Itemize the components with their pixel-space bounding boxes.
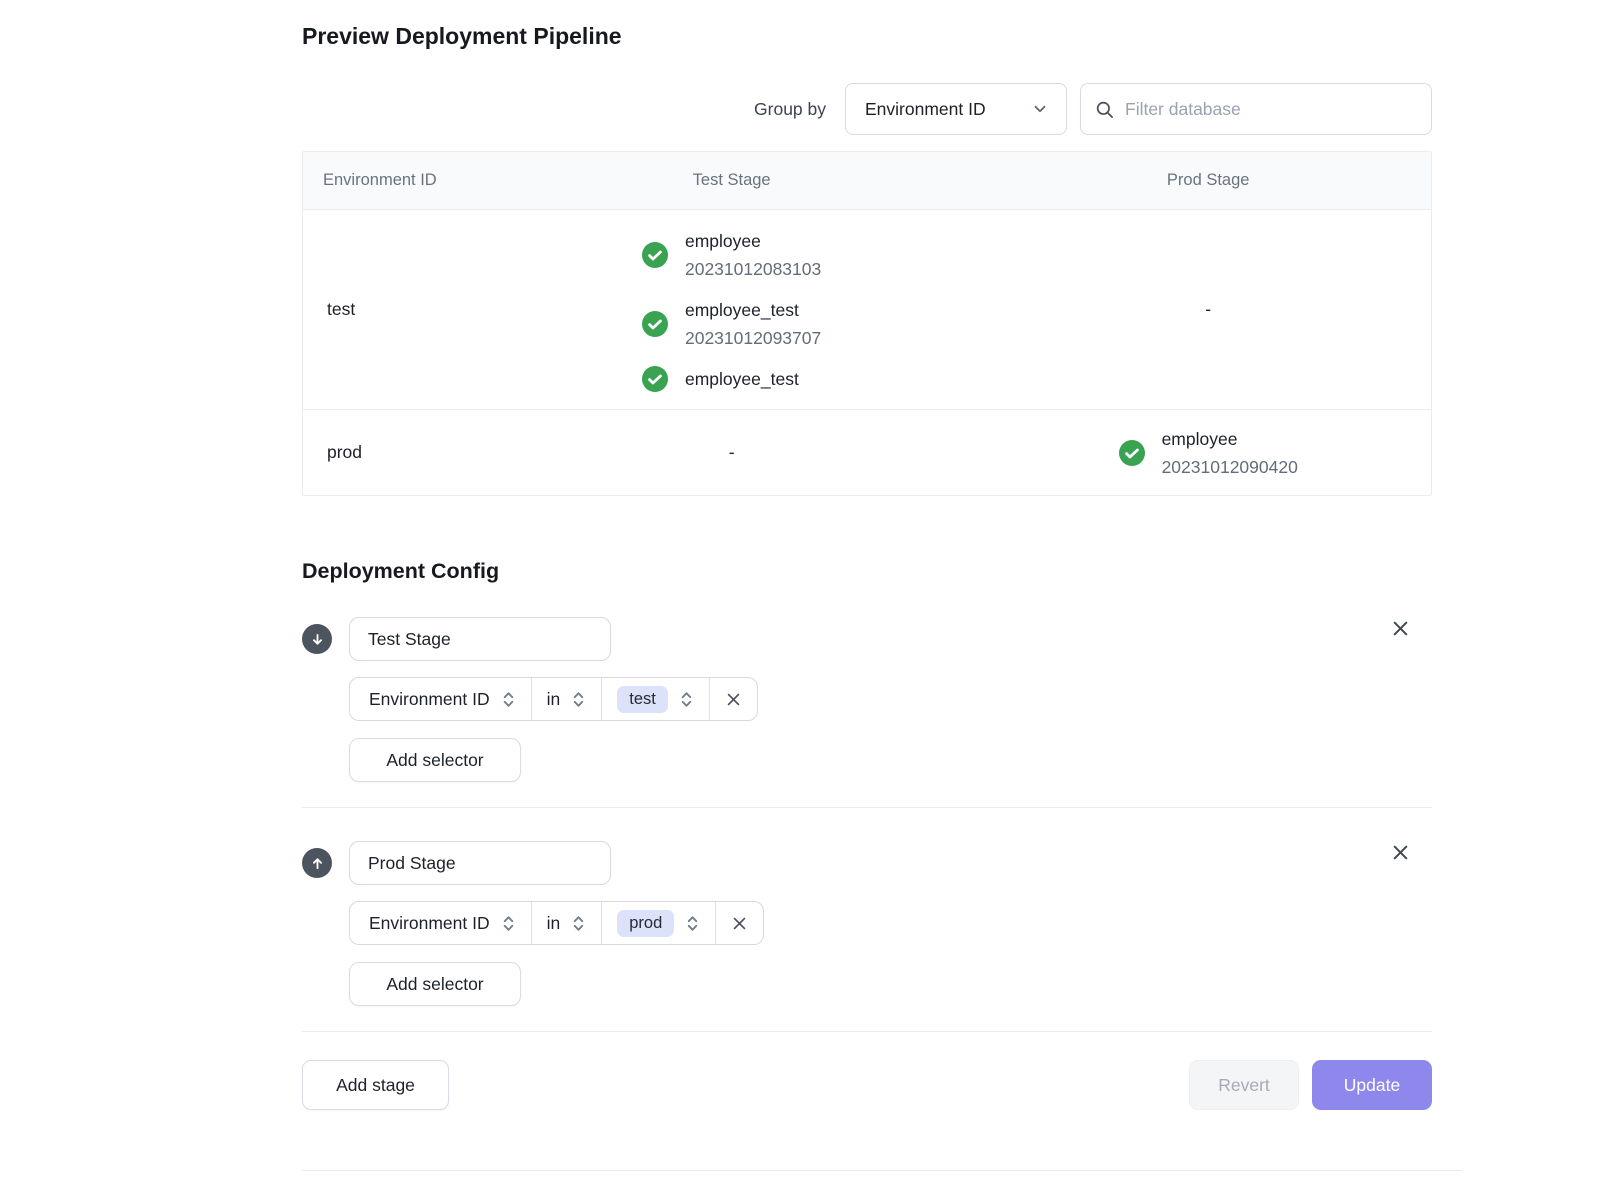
add-stage-button[interactable]: Add stage [302, 1060, 449, 1110]
deployment-entry-stack: employee 20231012083103 employee_test 20… [642, 227, 821, 393]
stage-head [302, 841, 1432, 885]
stage-block-test: Environment ID in test Add sel [302, 617, 1432, 782]
selector-operator-select[interactable]: in [531, 678, 602, 720]
sort-chevrons-icon [685, 914, 700, 933]
success-check-icon [642, 366, 668, 392]
group-by-select[interactable]: Environment ID [845, 83, 1067, 135]
selector-value-chip: prod [617, 910, 674, 937]
update-button[interactable]: Update [1312, 1060, 1432, 1110]
deployment-entry-text: employee 20231012083103 [685, 227, 821, 283]
column-header-test-stage: Test Stage [478, 152, 986, 209]
group-by-label: Group by [754, 99, 826, 120]
selector-value-select[interactable]: test [601, 678, 709, 720]
sort-chevrons-icon [679, 690, 694, 709]
bottom-divider [302, 1170, 1462, 1171]
deployment-entry: employee_test [642, 365, 821, 393]
stage-block-prod: Environment ID in prod Add sel [302, 841, 1432, 1006]
deployment-entry: employee 20231012090420 [1119, 425, 1298, 481]
database-name: employee_test [685, 296, 821, 324]
selector-value-select[interactable]: prod [601, 902, 715, 944]
filter-database-input[interactable] [1125, 99, 1417, 120]
filter-database-box [1080, 83, 1432, 135]
prod-stage-cell: employee 20231012090420 [985, 410, 1431, 495]
selector-row: Environment ID in prod [349, 901, 764, 945]
remove-selector-button[interactable] [709, 678, 757, 720]
stage-divider [302, 807, 1432, 808]
database-name: employee [1162, 425, 1298, 453]
deployment-entry-text: employee_test 20231012093707 [685, 296, 821, 352]
revert-button[interactable]: Revert [1189, 1060, 1299, 1110]
pipeline-table: Environment ID Test Stage Prod Stage tes… [302, 151, 1432, 496]
deployment-version: 20231012083103 [685, 255, 821, 283]
selector-key-select[interactable]: Environment ID [350, 678, 531, 720]
deployment-entry: employee_test 20231012093707 [642, 296, 821, 352]
column-header-environment-id: Environment ID [303, 152, 478, 209]
footer-divider [302, 1031, 1432, 1032]
deployment-entry: employee 20231012083103 [642, 227, 821, 283]
database-name: employee [685, 227, 821, 255]
search-icon [1095, 100, 1114, 119]
stage-name-input[interactable] [349, 617, 611, 661]
sort-chevrons-icon [501, 690, 516, 709]
selector-operator-select[interactable]: in [531, 902, 602, 944]
add-selector-button[interactable]: Add selector [349, 962, 521, 1006]
database-name: employee_test [685, 365, 799, 393]
arrow-up-circle-icon [302, 848, 332, 878]
environment-id-cell: test [303, 210, 478, 409]
selector-value-chip: test [617, 686, 668, 713]
selector-key-value: Environment ID [369, 689, 490, 710]
deployment-version: 20231012090420 [1162, 453, 1298, 481]
deployment-version: 20231012093707 [685, 324, 821, 352]
group-by-value: Environment ID [865, 99, 986, 120]
toolbar: Group by Environment ID [302, 83, 1432, 135]
arrow-down-circle-icon [302, 624, 332, 654]
sort-chevrons-icon [571, 914, 586, 933]
page-title: Preview Deployment Pipeline [302, 0, 1432, 50]
success-check-icon [642, 311, 668, 337]
remove-stage-button[interactable] [1387, 839, 1413, 865]
remove-stage-button[interactable] [1387, 615, 1413, 641]
prod-stage-empty-cell: - [985, 210, 1431, 409]
footer-actions: Add stage Revert Update [302, 1060, 1432, 1110]
remove-selector-button[interactable] [715, 902, 763, 944]
table-row-prod: prod - employee 20231012090420 [303, 410, 1431, 495]
success-check-icon [1119, 440, 1145, 466]
stage-name-input[interactable] [349, 841, 611, 885]
deployment-config-title: Deployment Config [302, 559, 1432, 584]
selector-key-value: Environment ID [369, 913, 490, 934]
sort-chevrons-icon [571, 690, 586, 709]
test-stage-empty-cell: - [478, 410, 986, 495]
chevron-down-icon [1031, 100, 1049, 118]
column-header-prod-stage: Prod Stage [985, 152, 1431, 209]
selector-operator-value: in [547, 913, 561, 934]
environment-id-cell: prod [303, 410, 478, 495]
selector-key-select[interactable]: Environment ID [350, 902, 531, 944]
deployment-entry-text: employee 20231012090420 [1162, 425, 1298, 481]
selector-operator-value: in [547, 689, 561, 710]
table-row-test: test employee 20231012083103 [303, 210, 1431, 410]
sort-chevrons-icon [501, 914, 516, 933]
main-content: Preview Deployment Pipeline Group by Env… [302, 0, 1432, 1171]
selector-row: Environment ID in test [349, 677, 758, 721]
test-stage-cell: employee 20231012083103 employee_test 20… [478, 210, 986, 409]
success-check-icon [642, 242, 668, 268]
deployment-entry-text: employee_test [685, 365, 799, 393]
stage-head [302, 617, 1432, 661]
pipeline-table-header: Environment ID Test Stage Prod Stage [303, 152, 1431, 210]
add-selector-button[interactable]: Add selector [349, 738, 521, 782]
